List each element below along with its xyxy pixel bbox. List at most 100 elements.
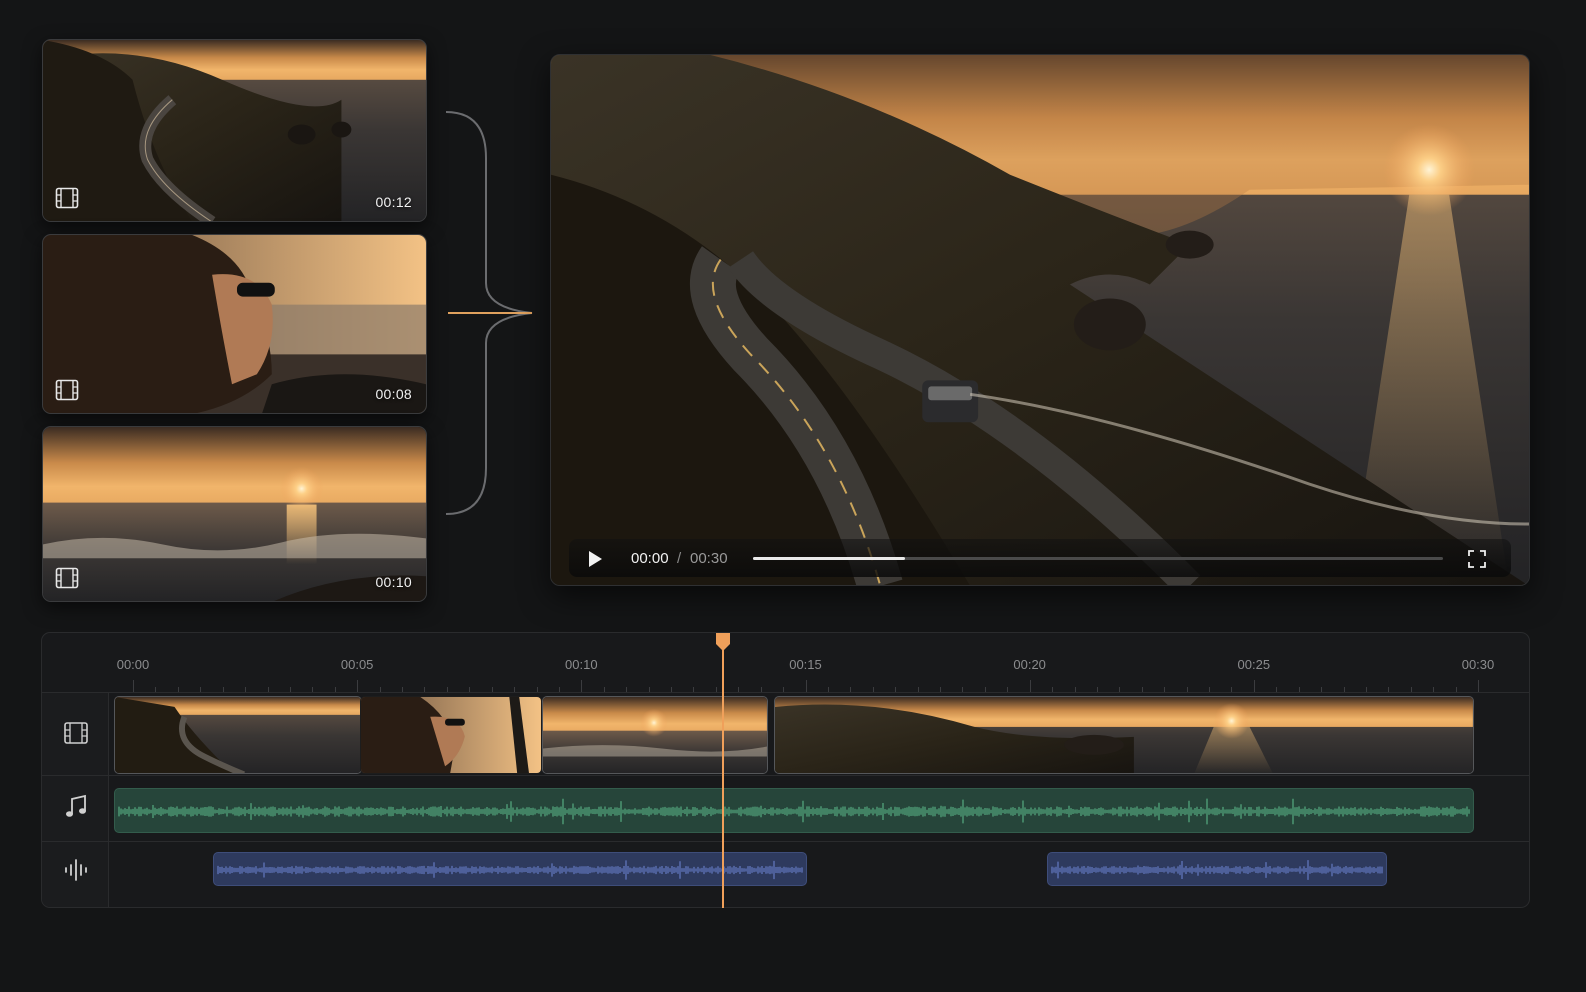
ruler-tick (693, 687, 695, 692)
ruler-tick (1298, 687, 1300, 692)
film-icon (55, 567, 79, 589)
ruler-tick (1029, 680, 1031, 692)
ruler-tick (289, 687, 291, 692)
ruler-tick (872, 687, 874, 692)
ruler-label: 00:05 (340, 657, 374, 672)
film-icon (55, 379, 79, 401)
timeline-clip-ocean-sunset[interactable] (542, 696, 768, 774)
video-preview[interactable]: 00:00 / 00:30 (550, 54, 1530, 586)
ruler-tick (1209, 687, 1210, 692)
progress-fill (753, 557, 905, 560)
ruler-tick (357, 680, 359, 692)
ruler-tick (1276, 687, 1278, 692)
music-track-clip[interactable] (114, 788, 1474, 833)
ruler-tick (1119, 687, 1121, 692)
preview-frame (551, 55, 1529, 585)
ruler-tick (536, 687, 538, 692)
ruler-tick (715, 687, 717, 692)
voiceover-waveform (217, 860, 803, 880)
ruler-tick (469, 687, 471, 692)
ruler-label: 00:30 (1461, 657, 1495, 672)
ruler-tick (760, 687, 762, 692)
ruler-tick (1186, 687, 1188, 692)
ruler-tick (671, 687, 672, 692)
ruler-label: 00:25 (1237, 657, 1271, 672)
clip-thumbnail (361, 697, 541, 773)
ruler-tick (312, 687, 314, 692)
clip-card-coastal-road[interactable]: 00:12 (42, 39, 427, 222)
progress-scrubber[interactable] (753, 557, 1443, 560)
ruler-tick (581, 680, 583, 692)
clip-thumbnail-coastal-road (43, 40, 426, 221)
ruler-tick (222, 687, 224, 692)
timeline-clip-coastal-panorama[interactable] (774, 696, 1474, 774)
current-time: 00:00 (631, 550, 669, 567)
time-separator: / (677, 550, 682, 567)
ruler-tick (984, 687, 986, 692)
clip-card-ocean-sunset[interactable]: 00:10 (42, 426, 427, 602)
ruler-tick (1388, 687, 1390, 692)
ruler-tick (177, 687, 179, 692)
timeline-clip-woman-in-car[interactable] (360, 696, 542, 774)
music-note-icon (66, 794, 86, 817)
ruler-label: 00:20 (1013, 657, 1046, 672)
ruler-tick (850, 687, 852, 692)
film-icon (55, 187, 79, 209)
clip-duration: 00:08 (375, 386, 412, 402)
ruler-tick (1007, 687, 1009, 692)
player-controls: 00:00 / 00:30 (569, 539, 1511, 577)
timeline[interactable]: 00:00 00:05 00:10 00:15 00:20 00:25 00:30 (41, 632, 1530, 908)
play-icon[interactable] (583, 548, 605, 570)
ruler-tick (1455, 687, 1457, 692)
ruler-tick (1096, 687, 1098, 692)
ruler-tick (558, 687, 560, 692)
clip-thumbnail (115, 697, 361, 773)
ruler-label: 00:10 (565, 657, 598, 672)
ruler-tick (1410, 687, 1412, 692)
ruler-tick (424, 687, 426, 692)
voiceover-clip-2[interactable] (1047, 852, 1387, 886)
ruler-label: 00:15 (789, 657, 822, 672)
ruler-tick (1164, 687, 1166, 692)
ruler-tick (402, 687, 403, 692)
fullscreen-icon[interactable] (1467, 549, 1487, 569)
clip-thumbnail-woman-in-car (43, 235, 426, 413)
ruler-tick (1074, 687, 1076, 692)
clip-thumbnail (775, 697, 1473, 773)
playhead-line (722, 646, 724, 908)
ruler-tick (200, 687, 202, 692)
film-icon (64, 722, 88, 744)
ruler-tick (1231, 687, 1233, 692)
ruler-tick (334, 687, 336, 692)
playhead-handle[interactable] (714, 632, 732, 652)
ruler-tick (267, 687, 269, 692)
time-ruler[interactable]: 00:00 00:05 00:10 00:15 00:20 00:25 00:30 (42, 633, 1529, 693)
ruler-tick (1141, 687, 1143, 692)
ruler-tick (133, 680, 134, 692)
ruler-tick (1343, 687, 1345, 692)
timeline-clip-coastal-road[interactable] (114, 696, 362, 774)
ruler-tick (917, 687, 919, 692)
ruler-tick (514, 687, 516, 692)
ruler-tick (940, 687, 941, 692)
ruler-label: 00:00 (116, 657, 150, 672)
voiceover-clip-1[interactable] (213, 852, 807, 886)
clip-duration: 00:12 (375, 194, 412, 210)
merge-bracket (445, 111, 533, 515)
clip-thumbnail-ocean-sunset (43, 427, 426, 601)
total-time: 00:30 (690, 550, 728, 567)
voiceover-waveform (1051, 860, 1383, 880)
ruler-tick (1253, 680, 1255, 692)
ruler-tick (1478, 680, 1479, 692)
ruler-tick (827, 687, 829, 692)
ruler-tick (648, 687, 650, 692)
clip-card-woman-in-car[interactable]: 00:08 (42, 234, 427, 414)
ruler-tick (379, 687, 381, 692)
ruler-tick (245, 687, 247, 692)
ruler-tick (446, 687, 448, 692)
ruler-tick (783, 687, 785, 692)
voice-waveform-icon (65, 859, 87, 881)
ruler-tick (805, 680, 807, 692)
ruler-tick (1365, 687, 1367, 692)
ruler-tick (1052, 687, 1054, 692)
